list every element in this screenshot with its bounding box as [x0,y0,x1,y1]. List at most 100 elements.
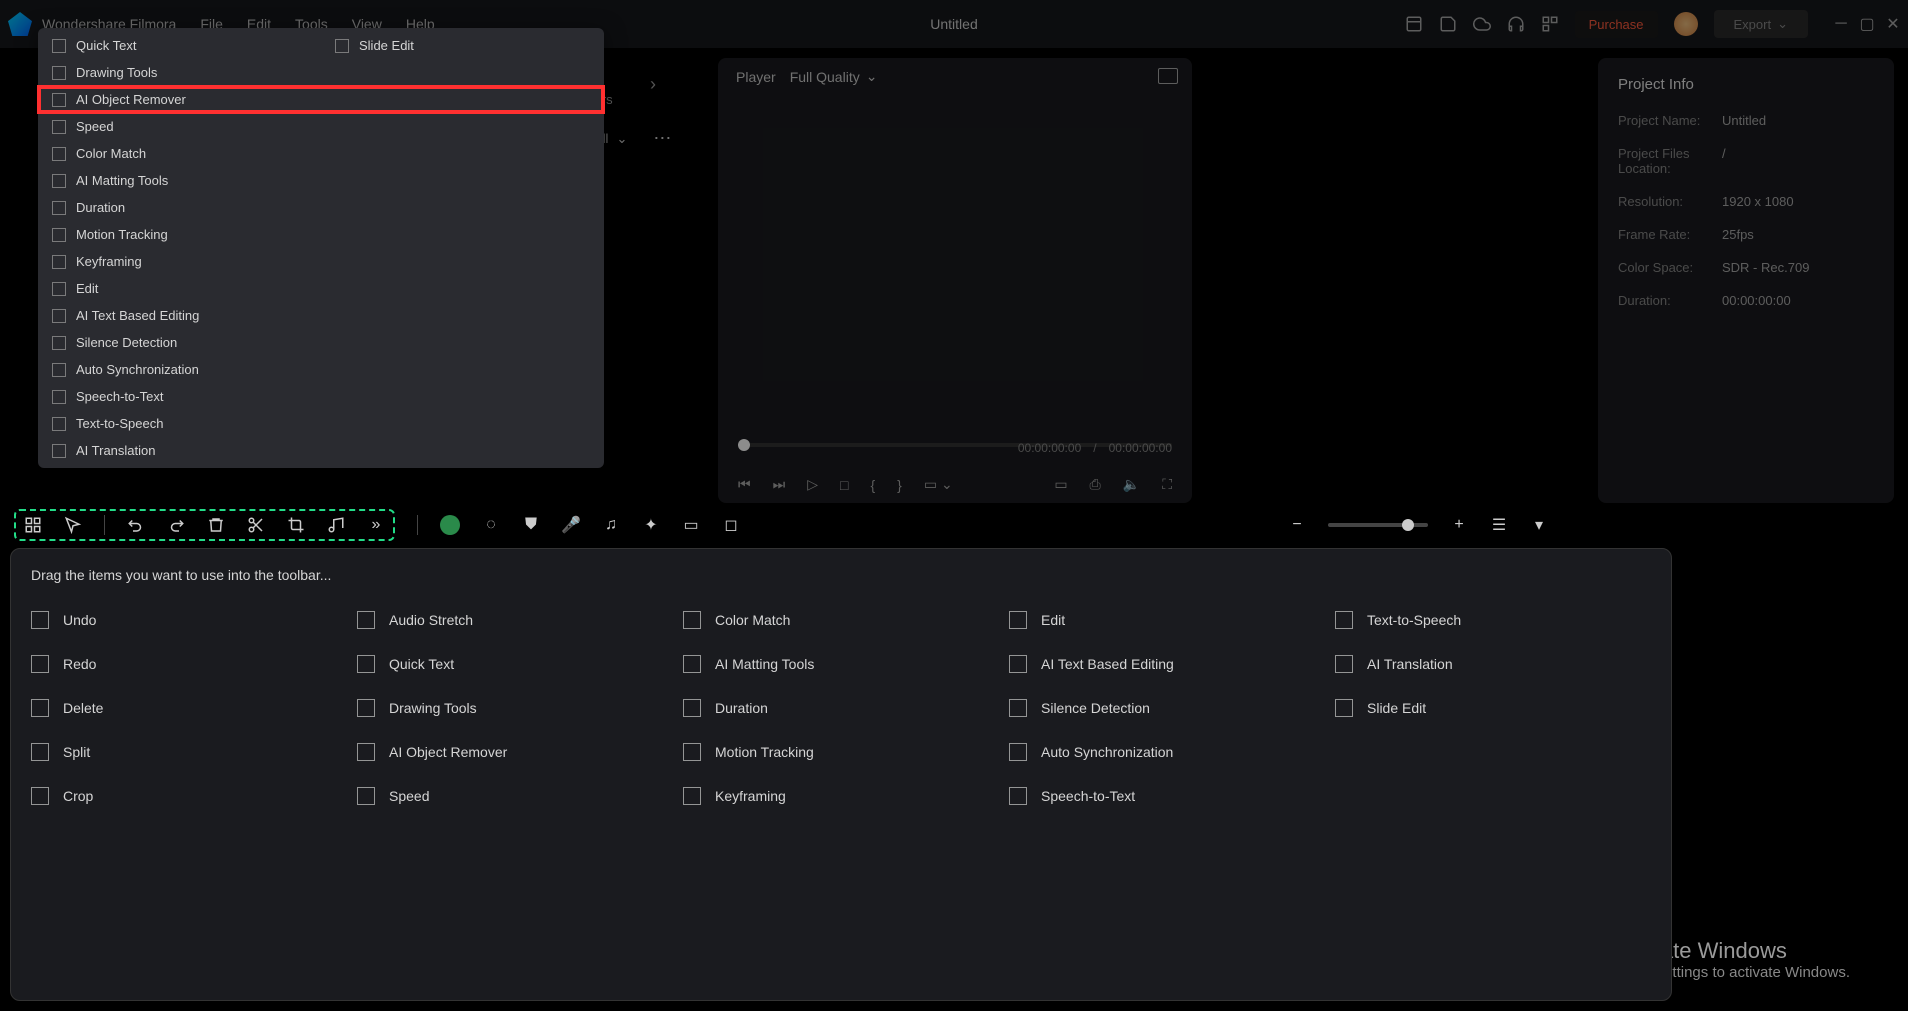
dropdown-item-text-to-speech[interactable]: Text-to-Speech [38,410,604,437]
motion-tracking-icon [52,228,66,242]
drag-item-stt[interactable]: Speech-to-Text [1009,777,1325,815]
drag-item-ai-translation[interactable]: AI Translation [1335,645,1651,683]
drag-item-tts[interactable]: Text-to-Speech [1335,601,1651,639]
dropdown-item-duration[interactable]: Duration [38,194,604,221]
ai-text-icon [52,309,66,323]
ai-text-icon [1009,655,1027,673]
edit-icon [52,282,66,296]
divider [417,515,418,535]
drag-item-duration[interactable]: Duration [683,689,999,727]
drag-item-slide-edit[interactable]: Slide Edit [1335,689,1651,727]
sync-icon [1009,743,1027,761]
drag-item-audio-stretch[interactable]: Audio Stretch [357,601,673,639]
text-icon [357,655,375,673]
drag-item-keyframing[interactable]: Keyframing [683,777,999,815]
sync-icon [52,363,66,377]
edit-icon [1009,611,1027,629]
drag-item-crop[interactable]: Crop [31,777,347,815]
undo-icon[interactable] [127,516,145,534]
drag-item-delete[interactable]: Delete [31,689,347,727]
crop-icon[interactable] [287,516,305,534]
drag-item-edit[interactable]: Edit [1009,601,1325,639]
delete-icon [31,699,49,717]
drawing-icon [52,66,66,80]
audio-stretch-icon [357,611,375,629]
ai-remove-icon [52,93,66,107]
zoom-out-icon[interactable]: − [1288,516,1306,534]
shield-icon[interactable]: ⛊ [522,516,540,534]
drag-item-speed[interactable]: Speed [357,777,673,815]
redo-icon[interactable] [167,516,185,534]
divider [104,515,105,535]
split-icon[interactable] [247,516,265,534]
stt-icon [52,390,66,404]
clock-icon[interactable]: ◌ [482,516,500,534]
zoom-slider[interactable] [1328,523,1428,527]
duration-icon [52,201,66,215]
slide-edit-icon [335,39,349,53]
customizable-toolbar-zone[interactable]: » [14,509,395,541]
dropdown-item-drawing-tools[interactable]: Drawing Tools [38,59,604,86]
grid-icon[interactable] [24,516,42,534]
delete-icon[interactable] [207,516,225,534]
drag-items-grid: Undo Audio Stretch Color Match Edit Text… [31,601,1651,815]
drag-item-silence[interactable]: Silence Detection [1009,689,1325,727]
dropdown-item-quick-text[interactable]: Quick Text [38,32,321,59]
dropdown-item-auto-sync[interactable]: Auto Synchronization [38,356,604,383]
drag-item-split[interactable]: Split [31,733,347,771]
translate-icon [52,444,66,458]
slide-edit-icon [1335,699,1353,717]
duration-icon [683,699,701,717]
drag-item-color-match[interactable]: Color Match [683,601,999,639]
dropdown-item-slide-edit[interactable]: Slide Edit [321,32,604,59]
zoom-slider-handle[interactable] [1402,519,1414,531]
drag-item-ai-text-editing[interactable]: AI Text Based Editing [1009,645,1325,683]
drag-item-quick-text[interactable]: Quick Text [357,645,673,683]
drag-item-redo[interactable]: Redo [31,645,347,683]
drag-item-ai-object-remover[interactable]: AI Object Remover [357,733,673,771]
toolbar-customization-panel: Drag the items you want to use into the … [10,548,1672,1001]
pointer-icon[interactable] [64,516,82,534]
dropdown-item-keyframing[interactable]: Keyframing [38,248,604,275]
drag-item-drawing[interactable]: Drawing Tools [357,689,673,727]
text-icon [52,39,66,53]
dropdown-item-edit[interactable]: Edit [38,275,604,302]
view-mode-dropdown-icon[interactable]: ▾ [1530,516,1548,534]
dropdown-item-ai-matting[interactable]: AI Matting Tools [38,167,604,194]
drag-item-ai-matting[interactable]: AI Matting Tools [683,645,999,683]
tts-icon [1335,611,1353,629]
color-match-icon [683,611,701,629]
music-icon[interactable]: ♫ [602,516,620,534]
frame-icon[interactable]: ▭ [682,516,700,534]
dropdown-item-ai-object-remover[interactable]: AI Object Remover [38,86,604,113]
ai-remove-icon [357,743,375,761]
marker-icon[interactable]: ✦ [642,516,660,534]
drag-item-empty [1335,777,1651,815]
audio-stretch-icon[interactable] [327,516,345,534]
redo-icon [31,655,49,673]
mic-icon[interactable]: 🎤 [562,516,580,534]
dropdown-item-silence-detection[interactable]: Silence Detection [38,329,604,356]
view-mode-icon[interactable]: ☰ [1490,516,1508,534]
drag-item-auto-sync[interactable]: Auto Synchronization [1009,733,1325,771]
drag-item-undo[interactable]: Undo [31,601,347,639]
dropdown-item-ai-translation[interactable]: AI Translation [38,437,604,464]
drag-item-motion-tracking[interactable]: Motion Tracking [683,733,999,771]
more-toolbar-icon[interactable]: » [367,516,385,534]
split-icon [31,743,49,761]
frame2-icon[interactable]: ◻ [722,516,740,534]
zoom-in-icon[interactable]: + [1450,516,1468,534]
record-badge-icon[interactable] [440,515,460,535]
dropdown-item-motion-tracking[interactable]: Motion Tracking [38,221,604,248]
dropdown-item-ai-text-editing[interactable]: AI Text Based Editing [38,302,604,329]
tts-icon [52,417,66,431]
speed-icon [52,120,66,134]
dropdown-item-speed[interactable]: Speed [38,113,604,140]
undo-icon [31,611,49,629]
silence-icon [1009,699,1027,717]
dropdown-item-speech-to-text[interactable]: Speech-to-Text [38,383,604,410]
matting-icon [52,174,66,188]
dropdown-item-color-match[interactable]: Color Match [38,140,604,167]
drawing-icon [357,699,375,717]
crop-icon [31,787,49,805]
